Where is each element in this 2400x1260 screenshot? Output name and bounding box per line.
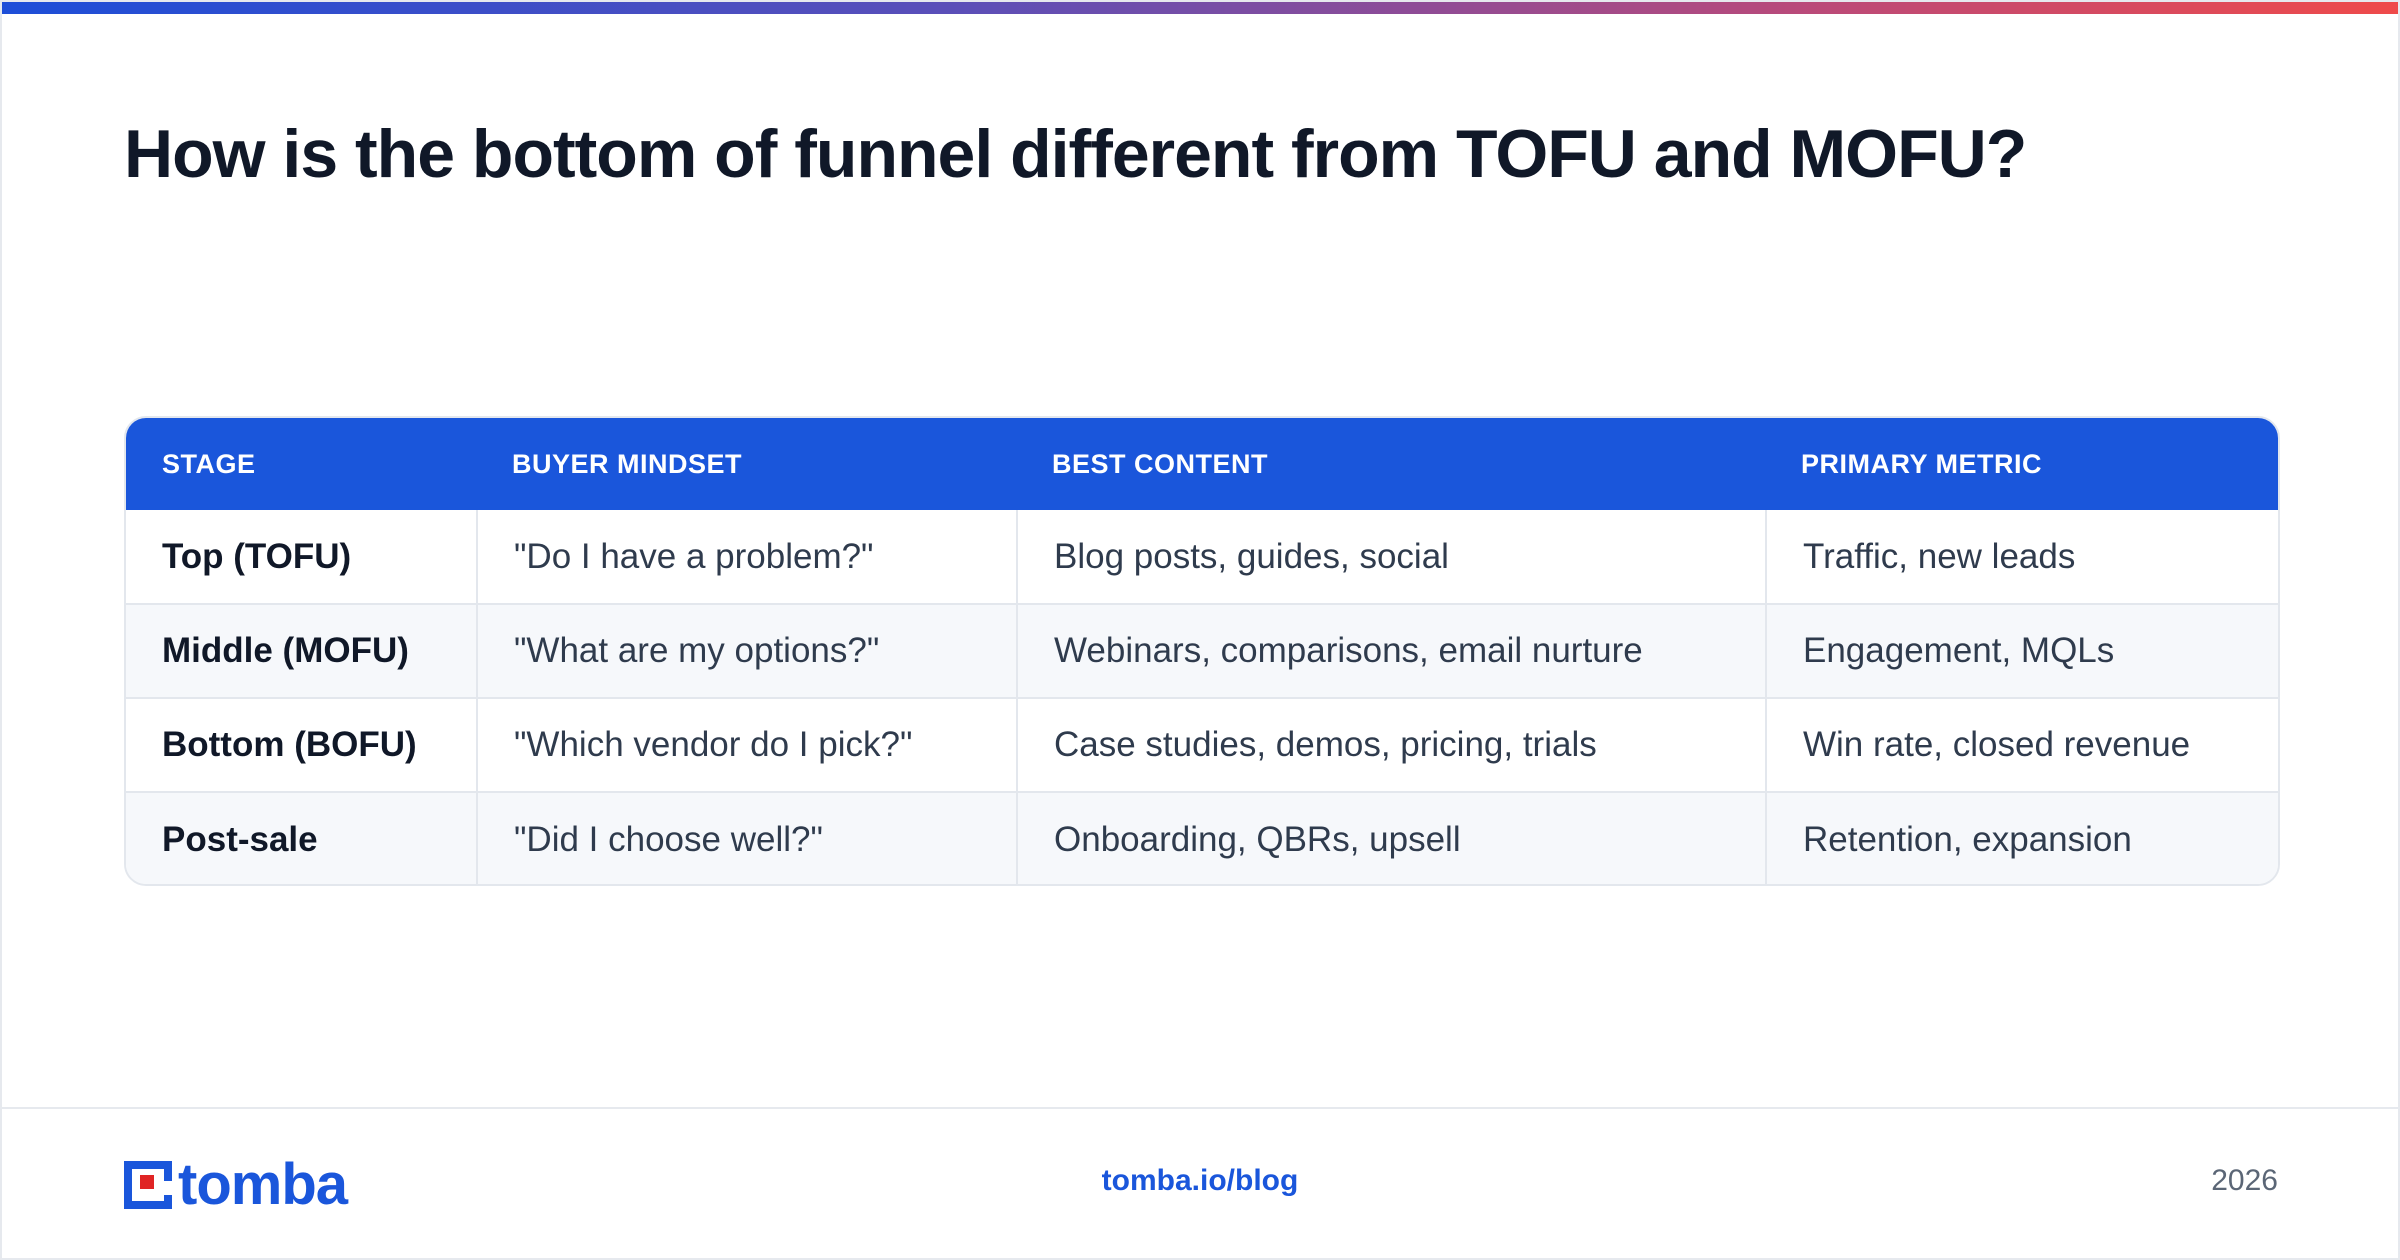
stage-cell: Middle (MOFU) xyxy=(126,603,477,698)
footer-year: 2026 xyxy=(2211,1164,2278,1197)
slide: How is the bottom of funnel different fr… xyxy=(0,0,2400,1260)
header-primary-metric: PRIMARY METRIC xyxy=(1801,448,2043,479)
best-content-cell: Webinars, comparisons, email nurture xyxy=(1016,603,1766,698)
comparison-table: STAGE BUYER MINDSET BEST CONTENT PRIMARY… xyxy=(124,416,2280,886)
table-header-row: STAGE BUYER MINDSET BEST CONTENT PRIMARY… xyxy=(126,418,2278,510)
gradient-top-bar xyxy=(2,2,2398,14)
best-content-cell: Onboarding, QBRs, upsell xyxy=(1016,791,1766,884)
blog-link[interactable]: tomba.io/blog xyxy=(2,1164,2398,1198)
buyer-mindset-cell: "Which vendor do I pick?" xyxy=(476,697,1017,792)
footer-divider xyxy=(2,1107,2398,1109)
primary-metric-cell: Win rate, closed revenue xyxy=(1765,697,2278,792)
stage-cell: Post-sale xyxy=(126,791,477,884)
buyer-mindset-cell: "What are my options?" xyxy=(476,603,1017,698)
primary-metric-cell: Retention, expansion xyxy=(1765,791,2278,884)
table-row: Bottom (BOFU) "Which vendor do I pick?" … xyxy=(126,697,2278,792)
primary-metric-cell: Engagement, MQLs xyxy=(1765,603,2278,698)
best-content-cell: Blog posts, guides, social xyxy=(1016,510,1766,604)
header-buyer-mindset: BUYER MINDSET xyxy=(512,448,743,479)
header-best-content: BEST CONTENT xyxy=(1052,448,1269,479)
buyer-mindset-cell: "Did I choose well?" xyxy=(476,791,1017,884)
table-row: Top (TOFU) "Do I have a problem?" Blog p… xyxy=(126,510,2278,604)
buyer-mindset-cell: "Do I have a problem?" xyxy=(476,510,1017,604)
page-title: How is the bottom of funnel different fr… xyxy=(124,116,2027,192)
stage-cell: Top (TOFU) xyxy=(162,536,352,576)
header-stage: STAGE xyxy=(162,448,256,479)
stage-cell: Bottom (BOFU) xyxy=(126,697,477,792)
best-content-cell: Case studies, demos, pricing, trials xyxy=(1016,697,1766,792)
table-row: Middle (MOFU) "What are my options?" Web… xyxy=(126,603,2278,698)
table-row: Post-sale "Did I choose well?" Onboardin… xyxy=(126,791,2278,884)
primary-metric-cell: Traffic, new leads xyxy=(1765,510,2278,604)
